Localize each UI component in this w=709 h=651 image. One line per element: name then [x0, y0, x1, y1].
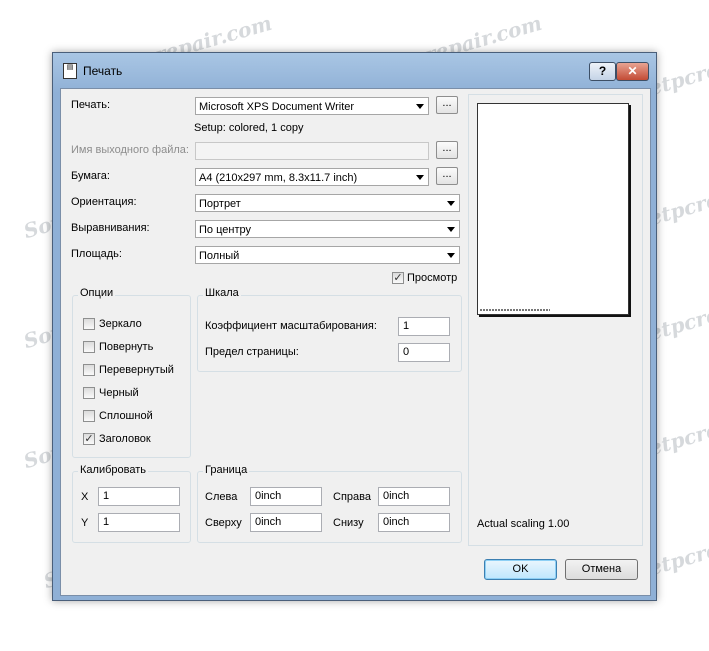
printer-setup-text: Setup: colored, 1 copy	[194, 122, 304, 134]
margin-right-label: Справа	[333, 491, 371, 503]
margins-group	[197, 471, 462, 543]
printer-select[interactable]: Microsoft XPS Document Writer	[195, 97, 429, 115]
option-label: Сплошной	[99, 410, 153, 422]
chevron-down-icon	[447, 253, 455, 258]
actual-scaling-text: Actual scaling 1.00	[477, 518, 570, 530]
option-label: Перевернутый	[99, 364, 174, 376]
orientation-label: Ориентация:	[71, 196, 137, 208]
area-label: Площадь:	[71, 248, 122, 260]
option-rotate-checkbox[interactable]	[83, 341, 95, 353]
print-dialog: ▤ Печать ? ✕ Печать: Microsoft XPS Docum…	[52, 52, 657, 601]
calibrate-x-input[interactable]: 1	[98, 487, 180, 506]
dialog-body: Печать: Microsoft XPS Document Writer ..…	[60, 88, 651, 596]
calibrate-y-label: Y	[81, 517, 89, 529]
calibrate-x-label: X	[81, 491, 89, 503]
preview-checkbox[interactable]: ✓	[392, 272, 404, 284]
scale-factor-label: Коэффициент масштабирования:	[205, 320, 377, 332]
window-title: Печать	[83, 64, 123, 78]
printer-value: Microsoft XPS Document Writer	[199, 101, 355, 113]
margin-right-input[interactable]: 0inch	[378, 487, 450, 506]
paper-browse-button[interactable]: ...	[436, 167, 458, 185]
paper-label: Бумага:	[71, 170, 110, 182]
margins-title: Граница	[203, 464, 250, 476]
paper-value: A4 (210x297 mm, 8.3x11.7 inch)	[199, 172, 358, 184]
page-preview	[477, 103, 629, 315]
calibrate-title: Калибровать	[78, 464, 148, 476]
margin-top-input[interactable]: 0inch	[250, 513, 322, 532]
alignment-select[interactable]: По центру	[195, 220, 460, 238]
alignment-label: Выравнивания:	[71, 222, 150, 234]
option-solid-checkbox[interactable]	[83, 410, 95, 422]
area-select[interactable]: Полный	[195, 246, 460, 264]
ok-button[interactable]: OK	[484, 559, 557, 580]
chevron-down-icon	[447, 201, 455, 206]
option-header-checkbox[interactable]: ✓	[83, 433, 95, 445]
close-button[interactable]: ✕	[616, 62, 649, 81]
scale-title: Шкала	[203, 287, 241, 299]
option-label: Зеркало	[99, 318, 142, 330]
printer-browse-button[interactable]: ...	[436, 96, 458, 114]
option-label: Заголовок	[99, 433, 151, 445]
chevron-down-icon	[416, 104, 424, 109]
option-label: Черный	[99, 387, 139, 399]
page-limit-input[interactable]: 0	[398, 343, 450, 362]
margin-top-label: Сверху	[205, 517, 242, 529]
chevron-down-icon	[416, 175, 424, 180]
margin-bottom-label: Снизу	[333, 517, 364, 529]
help-button[interactable]: ?	[589, 62, 616, 81]
printer-label: Печать:	[71, 99, 111, 111]
orientation-select[interactable]: Портрет	[195, 194, 460, 212]
scale-factor-input[interactable]: 1	[398, 317, 450, 336]
alignment-value: По центру	[199, 224, 251, 236]
option-mirror-checkbox[interactable]	[83, 318, 95, 330]
output-file-browse-button[interactable]: ...	[436, 141, 458, 159]
margin-left-label: Слева	[205, 491, 238, 503]
preview-label: Просмотр	[407, 272, 458, 284]
options-title: Опции	[78, 287, 116, 299]
option-label: Повернуть	[99, 341, 154, 353]
output-file-label: Имя выходного файла:	[71, 144, 189, 156]
preview-pane: Actual scaling 1.00	[468, 94, 643, 546]
margin-bottom-input[interactable]: 0inch	[378, 513, 450, 532]
calibrate-group	[72, 471, 191, 543]
area-value: Полный	[199, 250, 240, 262]
option-inverted-checkbox[interactable]	[83, 364, 95, 376]
header-line-preview	[480, 309, 550, 311]
title-bar[interactable]: ▤ Печать ? ✕	[53, 53, 656, 87]
output-file-field[interactable]	[195, 142, 429, 160]
printer-icon: ▤	[63, 63, 77, 79]
orientation-value: Портрет	[199, 198, 241, 210]
option-black-checkbox[interactable]	[83, 387, 95, 399]
calibrate-y-input[interactable]: 1	[98, 513, 180, 532]
cancel-button[interactable]: Отмена	[565, 559, 638, 580]
page-limit-label: Предел страницы:	[205, 346, 299, 358]
paper-select[interactable]: A4 (210x297 mm, 8.3x11.7 inch)	[195, 168, 429, 186]
chevron-down-icon	[447, 227, 455, 232]
margin-left-input[interactable]: 0inch	[250, 487, 322, 506]
